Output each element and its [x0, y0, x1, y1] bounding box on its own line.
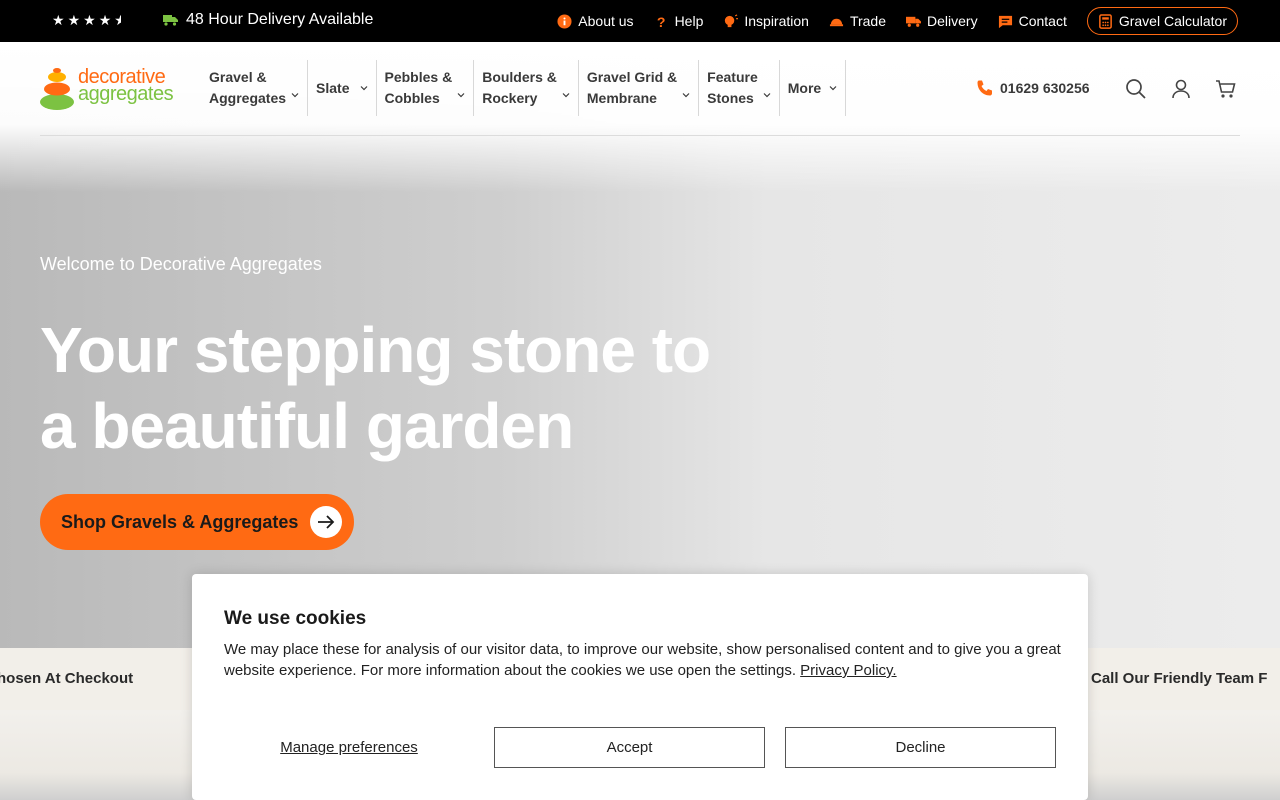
cart-icon[interactable] [1215, 78, 1237, 100]
delivery-note: 48 Hour Delivery Available [163, 11, 373, 29]
nav-gravel-aggregates[interactable]: Gravel & Aggregates [201, 60, 309, 116]
logo-text: decorative aggregates [78, 66, 174, 105]
star-icon: ★ [67, 12, 82, 28]
question-icon: ? [656, 14, 665, 29]
hero-title: Your stepping stone to a beautiful garde… [40, 314, 711, 462]
arrow-right-icon [310, 506, 343, 538]
rating-stars: ★ ★ ★ ★ ★ [52, 12, 121, 29]
top-link-delivery[interactable]: Delivery [906, 13, 978, 29]
delivery-note-text: 48 Hour Delivery Available [186, 11, 374, 28]
usp-text-right: Call Our Friendly Team F [1091, 670, 1268, 687]
top-link-trade[interactable]: Trade [829, 13, 886, 29]
main-nav: Gravel & Aggregates Slate Pebbles & Cobble… [201, 60, 847, 116]
top-link-contact[interactable]: Contact [998, 13, 1067, 29]
header-divider [40, 135, 1240, 136]
chevron-down-icon [457, 93, 465, 98]
chevron-down-icon [291, 93, 299, 98]
cookie-body: We may place these for analysis of our v… [224, 641, 1061, 679]
hero-eyebrow: Welcome to Decorative Aggregates [40, 254, 322, 274]
nav-slate[interactable]: Slate [308, 60, 377, 116]
decline-button[interactable]: Decline [785, 727, 1056, 768]
top-links: About us ? Help Inspiration Trade Delive… [557, 7, 1238, 35]
half-star-icon: ★ [114, 12, 121, 29]
usp-text-left: hosen At Checkout [0, 670, 134, 687]
cookie-title: We use cookies [224, 608, 367, 629]
nav-pebbles-cobbles[interactable]: Pebbles & Cobbles [377, 60, 475, 116]
chevron-down-icon [682, 93, 690, 98]
nav-more[interactable]: More [780, 60, 847, 116]
phone-icon [977, 80, 992, 96]
star-icon: ★ [52, 12, 66, 28]
chevron-down-icon [360, 86, 367, 91]
top-utility-bar: ★ ★ ★ ★ ★ 48 Hour Delivery Available Abo… [0, 0, 1280, 42]
top-link-help[interactable]: ? Help [654, 13, 703, 29]
nav-gravel-grid-membrane[interactable]: Gravel Grid & Membrane [579, 60, 700, 116]
chat-icon [998, 15, 1012, 28]
star-icon: ★ [98, 12, 113, 28]
info-icon [557, 13, 572, 29]
svg-text:?: ? [656, 14, 665, 29]
accept-button[interactable]: Accept [494, 727, 765, 768]
truck-icon [163, 15, 178, 26]
manage-preferences-button[interactable]: Manage preferences [224, 727, 474, 768]
gravel-calculator-button[interactable]: Gravel Calculator [1086, 7, 1238, 35]
shop-gravels-button[interactable]: Shop Gravels & Aggregates [40, 494, 355, 550]
nav-feature-stones[interactable]: Feature Stones [699, 60, 780, 116]
site-header: decorative aggregates Gravel & Aggregates… [0, 42, 1280, 192]
chevron-down-icon [829, 86, 837, 91]
chevron-down-icon [562, 93, 570, 98]
truck-icon [906, 16, 922, 27]
stones-logo-icon [40, 68, 74, 110]
nav-boulders-rockery[interactable]: Boulders & Rockery [474, 60, 579, 116]
search-icon[interactable] [1125, 78, 1147, 100]
account-icon[interactable] [1170, 78, 1192, 100]
lightbulb-icon [725, 13, 739, 27]
phone-link[interactable]: 01629 630256 [976, 79, 1090, 97]
calculator-icon [1098, 13, 1112, 29]
star-icon: ★ [83, 12, 97, 28]
top-link-about[interactable]: About us [557, 13, 634, 29]
cookie-consent-modal: We use cookies We may place these for an… [192, 574, 1088, 800]
logo[interactable]: decorative aggregates [40, 66, 182, 110]
chevron-down-icon [763, 93, 771, 98]
top-link-inspiration[interactable]: Inspiration [723, 13, 809, 29]
privacy-policy-link[interactable]: Privacy Policy. [800, 662, 896, 679]
hardhat-icon [829, 18, 844, 26]
